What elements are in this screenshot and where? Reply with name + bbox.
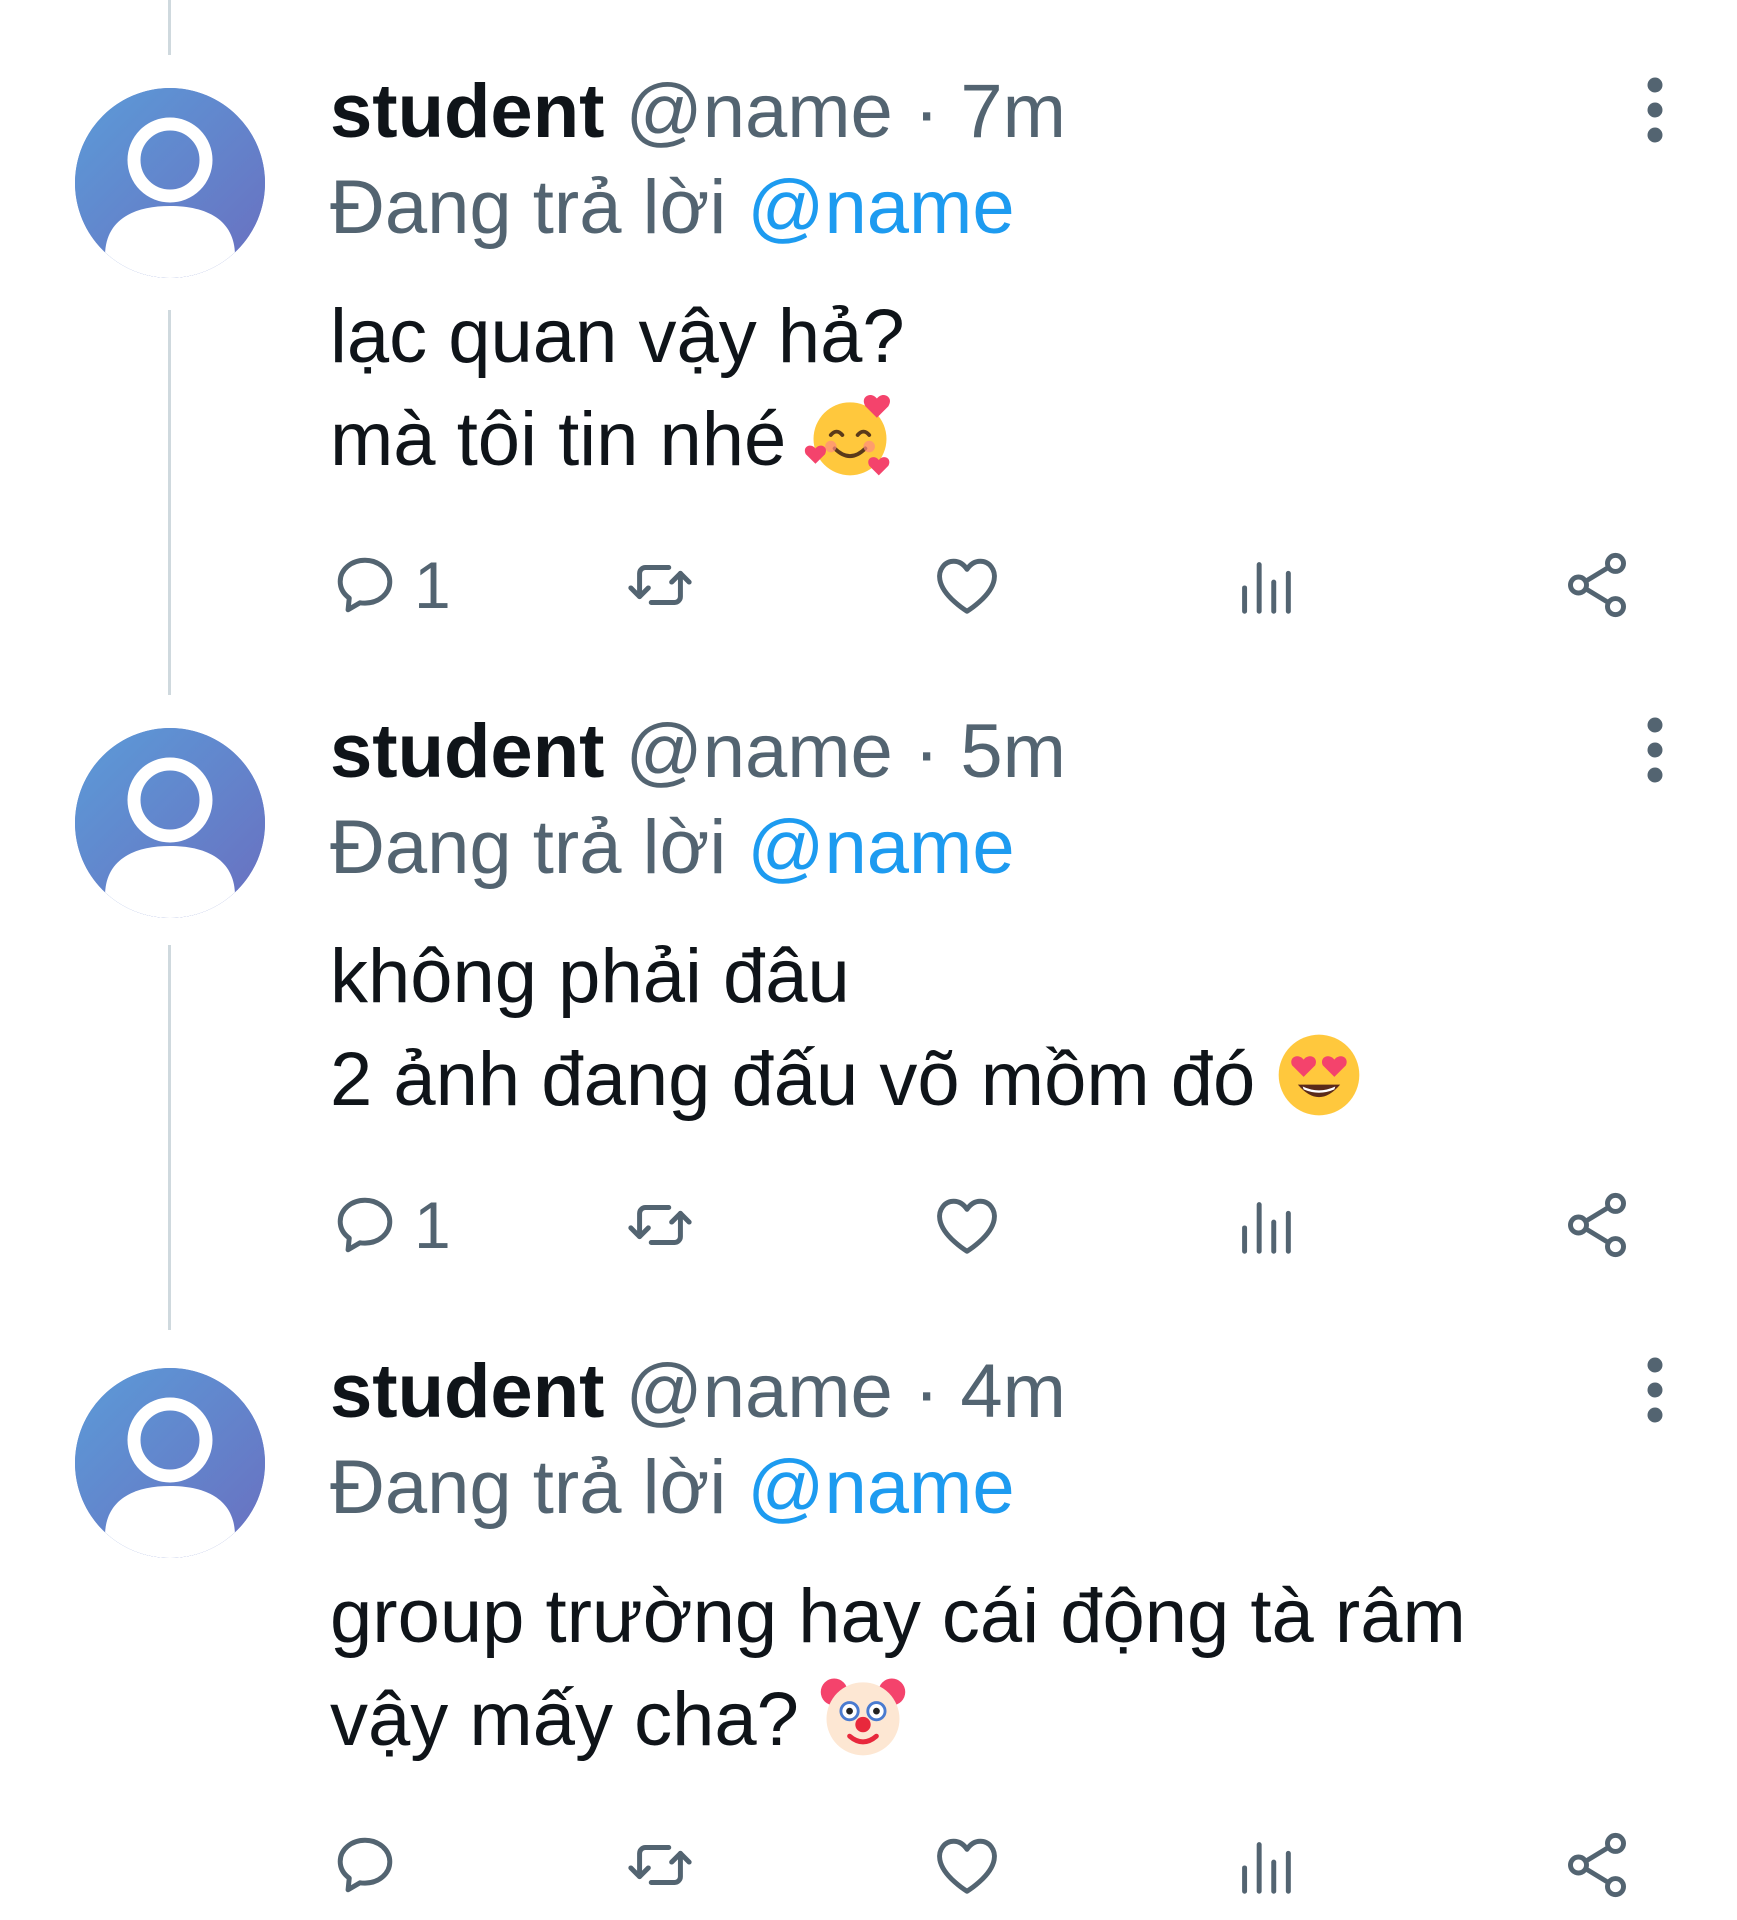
display-name[interactable]: student [330, 1349, 604, 1434]
separator-dot: · [913, 1349, 940, 1434]
user-handle[interactable]: @name [626, 1349, 893, 1434]
tweet[interactable]: student @name · 4m Đang trả lời @name gr… [0, 0, 1737, 1920]
share-button[interactable] [1560, 1820, 1634, 1910]
replying-to: Đang trả lời @name [330, 1440, 1015, 1536]
default-avatar-icon [75, 1368, 265, 1558]
share-icon [1568, 1832, 1626, 1898]
tweet-header: student @name · 4m [330, 1344, 1066, 1440]
tweet-actions [330, 1820, 1650, 1910]
tweet-text-line: vậy mấy cha? [330, 1667, 1466, 1770]
like-button[interactable] [930, 1820, 1004, 1910]
heart-icon [937, 1838, 997, 1894]
views-button[interactable] [1230, 1820, 1300, 1910]
tweet-text: group trường hay cái động tà râm vậy mấy… [330, 1567, 1466, 1770]
more-options-button[interactable] [1630, 1345, 1680, 1435]
views-icon [1242, 1842, 1291, 1894]
retweet-button[interactable] [625, 1820, 695, 1910]
more-vertical-icon [1647, 1357, 1663, 1423]
tweet-text-line: group trường hay cái động tà râm [330, 1574, 1466, 1659]
replying-to-label: Đang trả lời [330, 1445, 727, 1530]
reply-button[interactable] [330, 1820, 414, 1910]
clown-face-icon [820, 1678, 906, 1756]
reply-icon [337, 1837, 393, 1893]
timestamp[interactable]: 4m [960, 1349, 1066, 1434]
reply-mention-link[interactable]: @name [747, 1445, 1014, 1530]
retweet-icon [628, 1845, 692, 1885]
tweet-text-segment: vậy mấy cha? [330, 1677, 799, 1762]
avatar[interactable] [75, 1368, 265, 1558]
